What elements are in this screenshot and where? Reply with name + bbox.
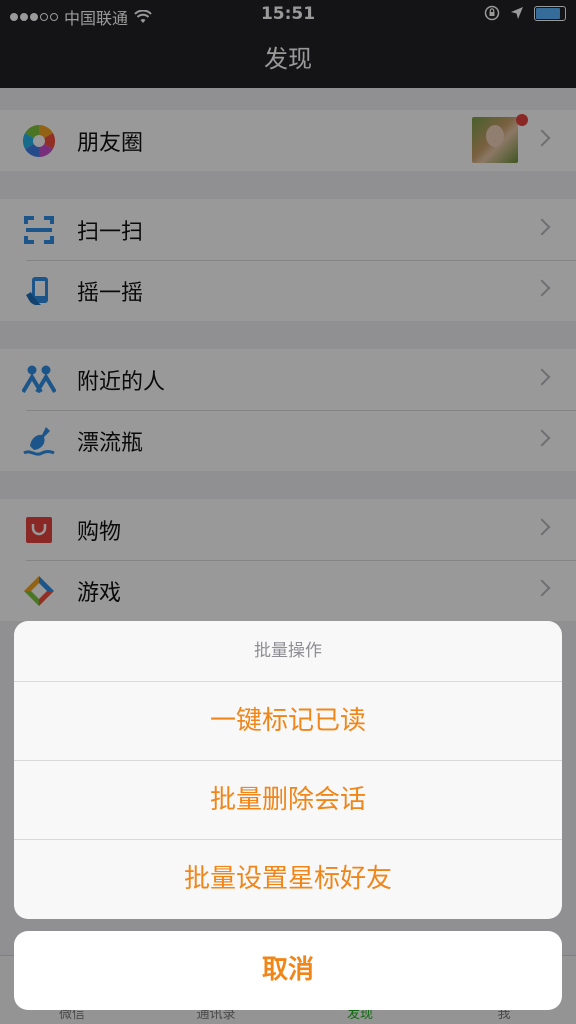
action-sheet: 批量操作 一键标记已读 批量删除会话 批量设置星标好友 xyxy=(14,621,562,919)
mark-all-read-button[interactable]: 一键标记已读 xyxy=(14,682,562,761)
batch-star-friends-button[interactable]: 批量设置星标好友 xyxy=(14,840,562,919)
action-sheet-title: 批量操作 xyxy=(14,621,562,682)
cancel-button[interactable]: 取消 xyxy=(14,931,562,1010)
batch-delete-chats-button[interactable]: 批量删除会话 xyxy=(14,761,562,840)
